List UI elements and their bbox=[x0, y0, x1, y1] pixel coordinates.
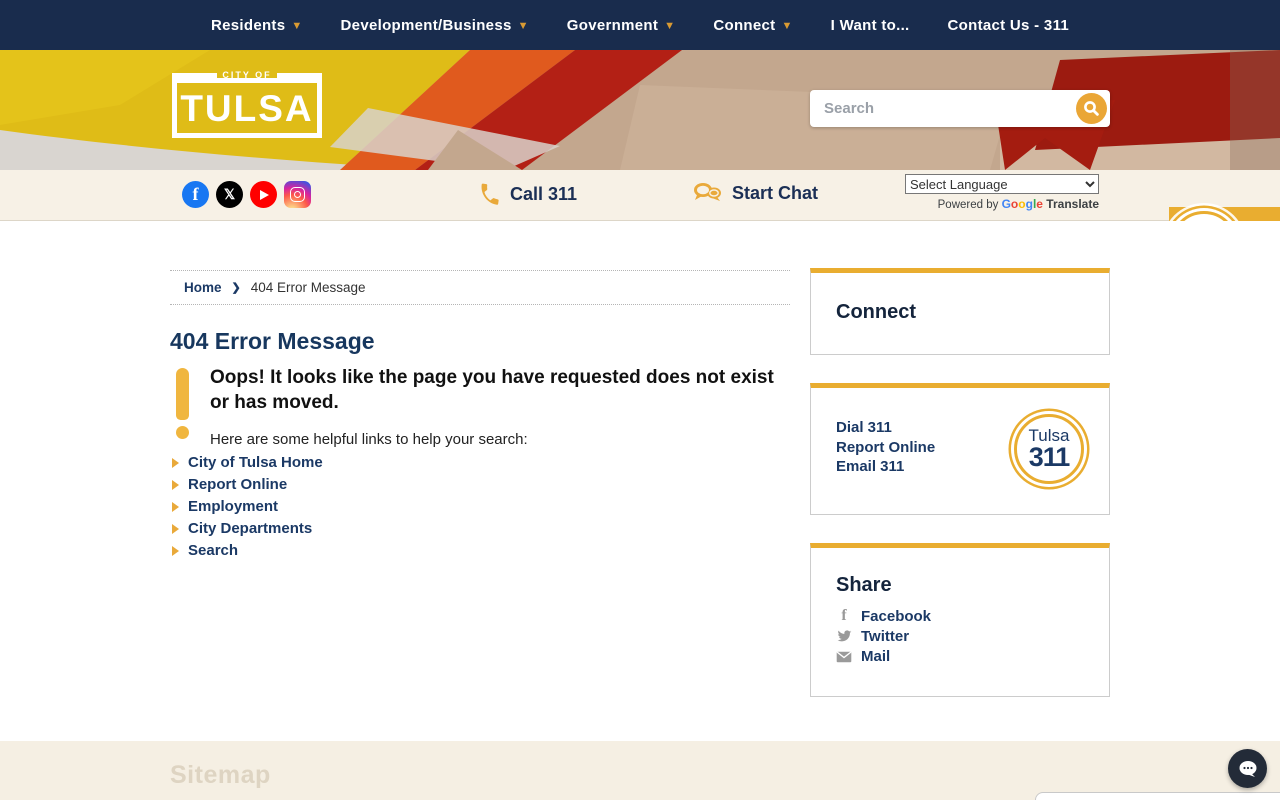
facebook-icon[interactable]: f bbox=[182, 181, 209, 208]
nav-item-development-business[interactable]: Development/Business ▼ bbox=[341, 17, 529, 34]
chat-bubble-icon bbox=[1237, 759, 1259, 779]
breadcrumb-separator-icon: ❯ bbox=[232, 281, 241, 294]
logo-tulsa-text: TULSA bbox=[180, 90, 313, 127]
arrow-right-icon bbox=[172, 502, 179, 512]
nav-item-i-want-to[interactable]: I Want to... bbox=[831, 17, 910, 34]
start-chat-label: Start Chat bbox=[732, 183, 818, 204]
link-city-departments[interactable]: City Departments bbox=[170, 520, 323, 537]
sitemap-heading: Sitemap bbox=[170, 761, 271, 790]
arrow-right-icon bbox=[172, 546, 179, 556]
helpful-links-list: City of Tulsa Home Report Online Employm… bbox=[170, 454, 323, 564]
utility-bar: f 𝕏 Call 311 Start Chat Sele bbox=[0, 170, 1280, 221]
logo-city-of-text: CITY OF bbox=[217, 70, 276, 80]
call-311-label: Call 311 bbox=[510, 184, 577, 205]
footer: Sitemap bbox=[0, 741, 1280, 800]
logo-bar-left bbox=[172, 73, 217, 78]
nav-item-connect[interactable]: Connect ▼ bbox=[713, 17, 792, 34]
x-twitter-icon[interactable]: 𝕏 bbox=[216, 181, 243, 208]
chevron-down-icon: ▼ bbox=[781, 20, 792, 32]
link-city-of-tulsa-home[interactable]: City of Tulsa Home bbox=[170, 454, 323, 471]
dial-311-box: Dial 311 Report Online Email 311 Tulsa 3… bbox=[810, 383, 1110, 515]
google-translate-attribution[interactable]: Powered by Google Translate bbox=[905, 197, 1099, 211]
breadcrumb-home-link[interactable]: Home bbox=[184, 280, 222, 295]
chevron-down-icon: ▼ bbox=[518, 20, 529, 32]
nav-label: Government bbox=[567, 17, 658, 34]
nav-item-government[interactable]: Government ▼ bbox=[567, 17, 676, 34]
error-message-block: Oops! It looks like the page you have re… bbox=[170, 365, 790, 448]
exclamation-icon bbox=[170, 365, 210, 448]
breadcrumb-current: 404 Error Message bbox=[251, 280, 366, 295]
youtube-icon[interactable] bbox=[250, 181, 277, 208]
nav-label: Residents bbox=[211, 17, 285, 34]
link-search[interactable]: Search bbox=[170, 542, 323, 559]
share-box: Share f Facebook Twitter Mail bbox=[810, 543, 1110, 697]
nav-label: I Want to... bbox=[831, 17, 910, 34]
tulsa-311-badge[interactable]: Tulsa 311 bbox=[1014, 414, 1084, 484]
nav-item-residents[interactable]: Residents ▼ bbox=[211, 17, 303, 34]
language-widget: Select Language Powered by Google Transl… bbox=[905, 174, 1099, 211]
search-bar bbox=[810, 90, 1110, 127]
connect-box: Connect bbox=[810, 268, 1110, 355]
link-report-online[interactable]: Report Online bbox=[170, 476, 323, 493]
share-facebook-link[interactable]: f Facebook bbox=[836, 607, 1109, 625]
flag-header: CITY OF TULSA bbox=[0, 50, 1280, 170]
main-content: Home ❯ 404 Error Message 404 Error Messa… bbox=[0, 221, 1280, 741]
arrow-right-icon bbox=[172, 458, 179, 468]
arrow-right-icon bbox=[172, 480, 179, 490]
chevron-down-icon: ▼ bbox=[291, 20, 302, 32]
social-links: f 𝕏 bbox=[182, 181, 311, 208]
language-select[interactable]: Select Language bbox=[905, 174, 1099, 194]
chat-widget-button[interactable] bbox=[1228, 749, 1267, 788]
share-mail-link[interactable]: Mail bbox=[836, 648, 1109, 665]
error-message-text: Oops! It looks like the page you have re… bbox=[210, 365, 790, 415]
chat-bubbles-icon bbox=[692, 181, 722, 205]
page-title: 404 Error Message bbox=[170, 328, 375, 355]
instagram-icon[interactable] bbox=[284, 181, 311, 208]
nav-item-contact-us-311[interactable]: Contact Us - 311 bbox=[948, 17, 1070, 34]
footer-partial-box bbox=[1035, 792, 1280, 800]
start-chat-link[interactable]: Start Chat bbox=[692, 181, 818, 205]
logo-box: TULSA bbox=[172, 78, 322, 138]
main-navigation: Residents ▼ Development/Business ▼ Governm… bbox=[0, 0, 1280, 50]
connect-title: Connect bbox=[836, 301, 1109, 324]
twitter-icon bbox=[836, 630, 852, 643]
search-input[interactable] bbox=[810, 100, 1076, 117]
help-intro-text: Here are some helpful links to help your… bbox=[210, 431, 790, 448]
google-logo: Google bbox=[1002, 197, 1043, 211]
facebook-icon: f bbox=[836, 607, 852, 625]
mail-icon bbox=[836, 651, 852, 663]
breadcrumb: Home ❯ 404 Error Message bbox=[170, 270, 790, 305]
page-root: Residents ▼ Development/Business ▼ Governm… bbox=[0, 0, 1280, 800]
nav-label: Development/Business bbox=[341, 17, 512, 34]
badge-311-text: 311 bbox=[1029, 444, 1070, 471]
chevron-down-icon: ▼ bbox=[664, 20, 675, 32]
phone-icon bbox=[478, 183, 501, 206]
share-twitter-link[interactable]: Twitter bbox=[836, 628, 1109, 645]
search-icon[interactable] bbox=[1076, 93, 1107, 124]
logo-bar-right bbox=[277, 73, 322, 78]
call-311-link[interactable]: Call 311 bbox=[478, 183, 577, 206]
nav-label: Contact Us - 311 bbox=[948, 17, 1070, 34]
nav-label: Connect bbox=[713, 17, 775, 34]
arrow-right-icon bbox=[172, 524, 179, 534]
city-of-tulsa-logo[interactable]: CITY OF TULSA bbox=[172, 70, 322, 138]
link-employment[interactable]: Employment bbox=[170, 498, 323, 515]
share-title: Share bbox=[836, 574, 1109, 597]
